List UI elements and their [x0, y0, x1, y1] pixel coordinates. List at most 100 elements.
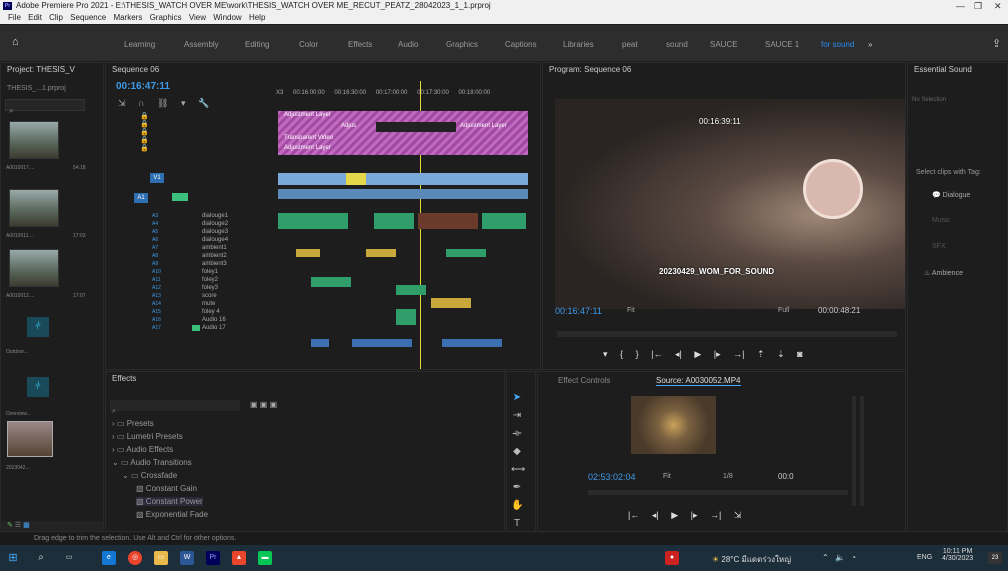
workspace-sound[interactable]: sound: [666, 40, 688, 49]
workspace-assembly[interactable]: Assembly: [184, 40, 219, 49]
workspace-color[interactable]: Color: [299, 40, 318, 49]
home-icon[interactable]: ⌂: [12, 37, 22, 48]
maximize-button[interactable]: ❐: [974, 0, 982, 12]
program-video-frame[interactable]: 00:16:39:11 20230429_WOM_FOR_SOUND: [555, 99, 905, 309]
track-id[interactable]: A17: [152, 325, 161, 331]
mark-out-icon[interactable]: {: [620, 349, 623, 359]
track-id[interactable]: A12: [152, 285, 161, 291]
track-id[interactable]: A7: [152, 245, 158, 251]
linked-selection-icon[interactable]: ⛓: [157, 98, 168, 109]
effects-title[interactable]: Effects: [106, 372, 504, 386]
source-title[interactable]: Source: A0030052.MP4: [656, 376, 741, 386]
audio-clip-audio16[interactable]: [442, 339, 502, 347]
effects-search-input[interactable]: ⌕: [110, 400, 240, 415]
menu-graphics[interactable]: Graphics: [150, 13, 182, 22]
chevron-up-icon[interactable]: ⌃: [822, 553, 829, 562]
line-app-icon[interactable]: ▬: [258, 551, 272, 565]
audio-clip-foley[interactable]: [311, 277, 351, 287]
icon-view-icon[interactable]: ▦: [23, 522, 30, 529]
go-to-in-point-icon[interactable]: |←: [628, 510, 639, 520]
workspace-sauce[interactable]: SAUCE: [710, 40, 738, 49]
edge-browser-icon[interactable]: e: [102, 551, 116, 565]
sequence-icon[interactable]: ⫩: [27, 317, 49, 337]
menu-file[interactable]: File: [8, 13, 21, 22]
effect-exponential-fade[interactable]: ▧ Exponential Fade: [136, 510, 208, 519]
v1-clip-yellow[interactable]: [346, 173, 366, 185]
go-to-in-icon[interactable]: }: [636, 349, 639, 359]
effects-folder-presets[interactable]: › ▭ Presets: [112, 419, 154, 428]
pen-tool-icon[interactable]: ✒: [511, 482, 523, 494]
yuv-effects-icon[interactable]: ▣: [270, 400, 278, 409]
workspace-effects[interactable]: Effects: [348, 40, 372, 49]
play-icon[interactable]: ▶: [671, 510, 678, 520]
go-to-out-icon[interactable]: →|: [710, 510, 721, 520]
timeline-ruler[interactable]: X3 00:16:00:00 00:16:30:00 00:17:00:00 0…: [276, 90, 490, 96]
source-timecode[interactable]: 02:53:02:04: [588, 472, 636, 482]
effect-constant-gain[interactable]: ▧ Constant Gain: [136, 484, 197, 493]
language-indicator[interactable]: ENG: [917, 554, 932, 561]
pencil-icon[interactable]: ✎: [7, 522, 13, 529]
audio-clip-foley[interactable]: [396, 285, 426, 295]
mark-in-icon[interactable]: ▾: [603, 349, 608, 359]
menu-edit[interactable]: Edit: [28, 13, 42, 22]
audio-clip-score[interactable]: [396, 309, 416, 325]
type-tool-icon[interactable]: T: [511, 518, 523, 530]
workspace-audio[interactable]: Audio: [398, 40, 418, 49]
effect-constant-power[interactable]: ▧ Constant Power: [136, 497, 203, 506]
snap-icon[interactable]: ∩: [138, 98, 144, 108]
chrome-icon[interactable]: ◎: [128, 551, 142, 565]
workspace-for-sound[interactable]: for sound: [821, 40, 854, 49]
track-id[interactable]: A3: [152, 213, 158, 219]
effects-folder-audio-transitions[interactable]: ⌄ ▭ Audio Transitions: [112, 458, 192, 467]
track-v1-target[interactable]: V1: [150, 173, 164, 183]
nest-icon[interactable]: ⇲: [118, 98, 126, 109]
project-thumb-2[interactable]: [9, 189, 59, 227]
file-explorer-icon[interactable]: ▭: [154, 551, 168, 565]
vlc-icon[interactable]: ▲: [232, 551, 246, 565]
notification-badge[interactable]: 23: [988, 552, 1002, 564]
task-view-icon[interactable]: ▭: [62, 551, 76, 565]
audio-clip-foley[interactable]: [431, 298, 471, 308]
insert-icon[interactable]: ⇲: [734, 510, 742, 520]
essential-sound-title[interactable]: Essential Sound: [908, 63, 1007, 77]
track-id[interactable]: A6: [152, 237, 158, 243]
search-icon[interactable]: ⌕: [34, 551, 48, 565]
audio-clip[interactable]: [374, 213, 414, 229]
effects-folder-lumetri[interactable]: › ▭ Lumetri Presets: [112, 432, 183, 441]
menu-clip[interactable]: Clip: [49, 13, 63, 22]
clock[interactable]: 10:11 PM 4/30/2023: [942, 548, 973, 562]
lift-icon[interactable]: ⇡: [757, 349, 765, 359]
track-solo-button[interactable]: [192, 325, 200, 331]
close-button[interactable]: ✕: [994, 0, 1002, 12]
timeline-timecode[interactable]: 00:16:47:11: [116, 81, 170, 92]
tray-app-icon[interactable]: ●: [665, 551, 679, 565]
go-to-in-point-icon[interactable]: |←: [651, 349, 662, 359]
timeline-title[interactable]: Sequence 06: [106, 63, 540, 77]
audio-clip-ambient[interactable]: [296, 249, 320, 257]
list-view-icon[interactable]: ☰: [15, 522, 21, 529]
workspace-sauce-1[interactable]: SAUCE 1: [765, 40, 799, 49]
wrench-icon[interactable]: 🔧: [198, 98, 209, 109]
lock-icons[interactable]: 🔒 🔒 🔒 🔒 🔒: [140, 113, 149, 153]
track-id[interactable]: A11: [152, 277, 161, 283]
selection-tool-icon[interactable]: ➤: [511, 392, 523, 404]
project-search-input[interactable]: ⌕: [5, 99, 85, 115]
program-quality-select[interactable]: Full: [778, 307, 789, 314]
workspace-graphics[interactable]: Graphics: [446, 40, 478, 49]
windows-start-icon[interactable]: ⊞: [6, 551, 20, 565]
audio-clip[interactable]: [482, 213, 526, 229]
audio-clip-ambient[interactable]: [446, 249, 486, 257]
32bit-effects-icon[interactable]: ▣: [260, 400, 268, 409]
workspace-libraries[interactable]: Libraries: [563, 40, 594, 49]
workspace-editing[interactable]: Editing: [245, 40, 269, 49]
source-scale-select[interactable]: 1/8: [723, 473, 733, 480]
menu-view[interactable]: View: [189, 13, 206, 22]
a1-clip-row[interactable]: [278, 189, 528, 199]
audio-clip[interactable]: [278, 213, 348, 229]
track-a1-mute[interactable]: [172, 193, 188, 201]
program-scrubber[interactable]: [557, 331, 897, 337]
track-id[interactable]: A16: [152, 317, 161, 323]
source-fit-select[interactable]: Fit: [663, 473, 671, 480]
wifi-icon[interactable]: ◔: [851, 553, 856, 562]
premiere-taskbar-icon[interactable]: Pr: [206, 551, 220, 565]
